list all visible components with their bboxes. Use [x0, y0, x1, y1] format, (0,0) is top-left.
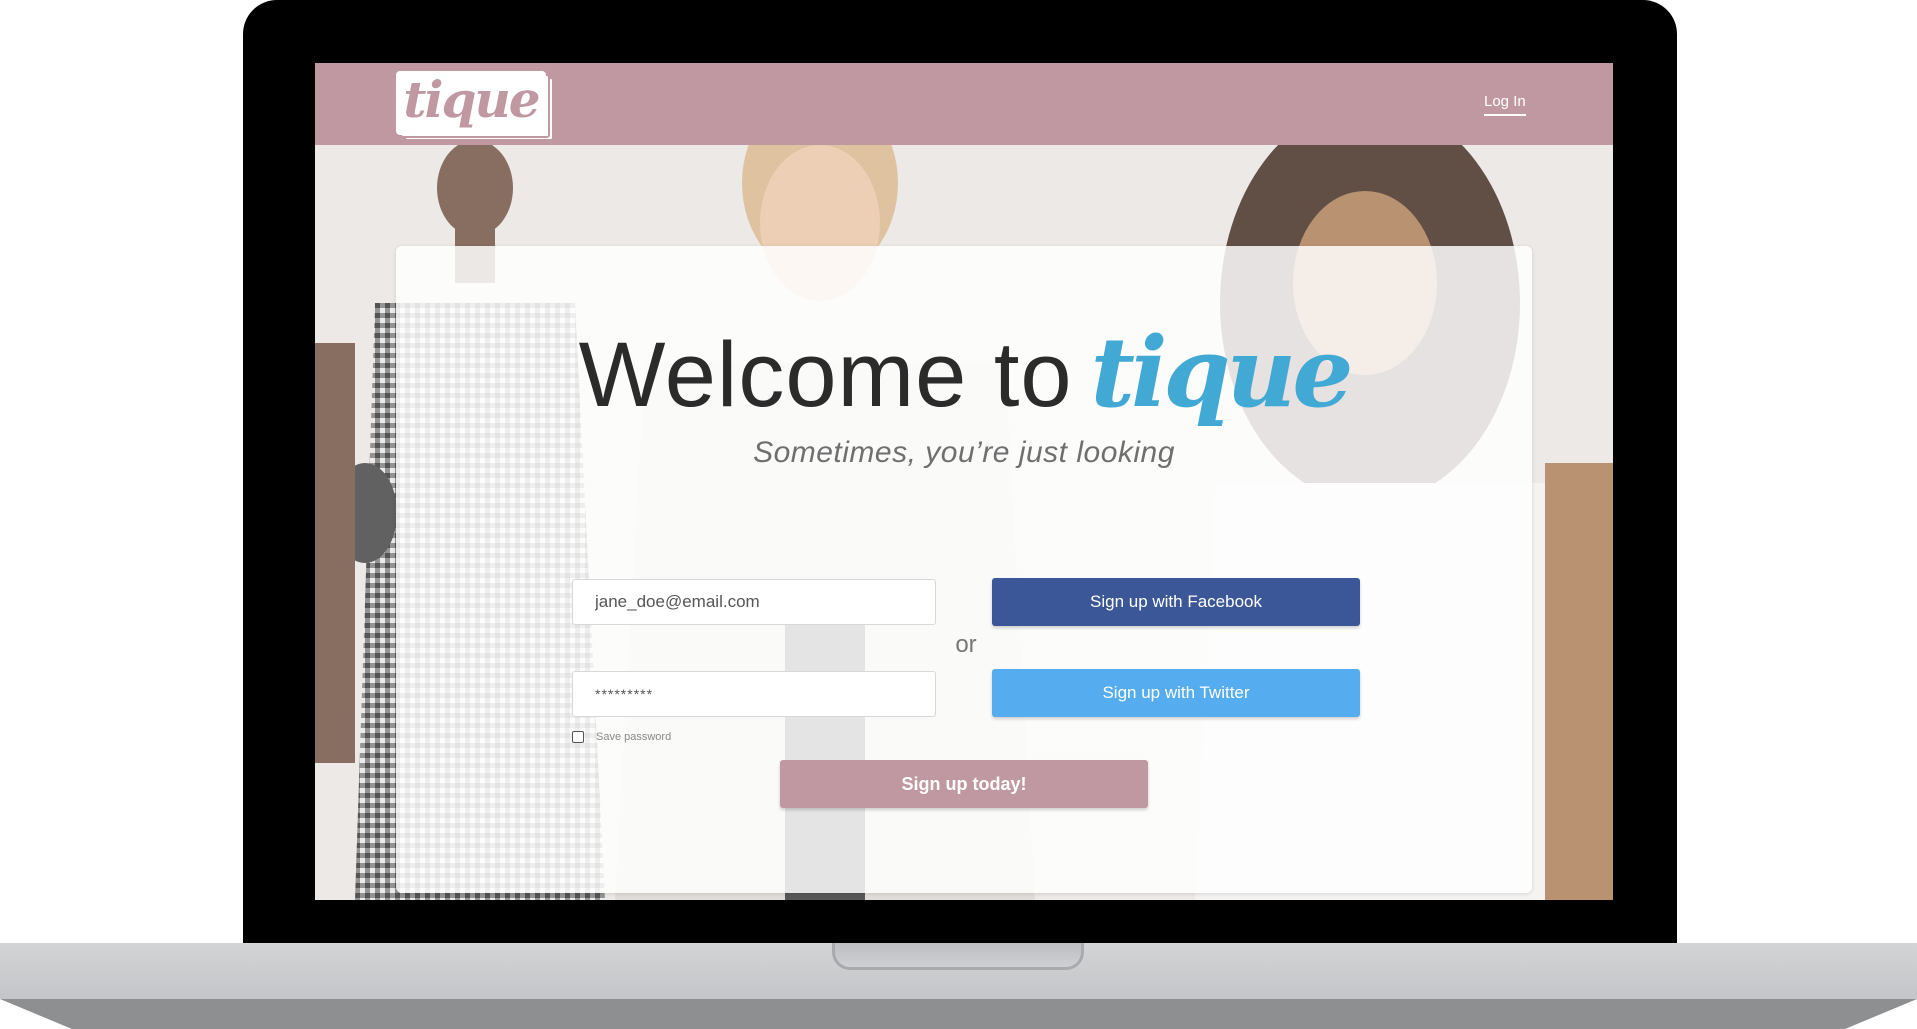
facebook-signup-button[interactable]: Sign up with Facebook	[992, 578, 1360, 626]
logo-wordmark: tique	[403, 70, 540, 129]
signup-button[interactable]: Sign up today!	[780, 760, 1148, 808]
logo-card: tique	[396, 71, 546, 135]
laptop-base-edge	[0, 999, 1917, 1029]
save-password-label: Save password	[596, 731, 672, 743]
password-field[interactable]	[572, 671, 936, 717]
twitter-signup-button[interactable]: Sign up with Twitter	[992, 669, 1360, 717]
signup-card: Welcome to tique Sometimes, you’re just l…	[396, 246, 1532, 893]
tagline: Sometimes, you’re just looking	[753, 436, 1175, 469]
top-navbar: tique Log In	[315, 63, 1613, 145]
login-link[interactable]: Log In	[1484, 93, 1526, 116]
browser-screen: tique Log In Welcome to tique Sometimes, …	[315, 63, 1613, 900]
tique-logo[interactable]: tique	[396, 71, 554, 141]
headline-prefix: Welcome to	[578, 324, 1073, 426]
save-password-row: Save password	[572, 729, 671, 745]
laptop-notch	[832, 943, 1084, 970]
headline-brand: tique	[1090, 316, 1354, 429]
welcome-headline: Welcome to tique	[396, 316, 1532, 429]
email-field[interactable]	[572, 579, 936, 625]
or-divider: or	[955, 631, 977, 658]
save-password-checkbox[interactable]	[572, 731, 584, 743]
